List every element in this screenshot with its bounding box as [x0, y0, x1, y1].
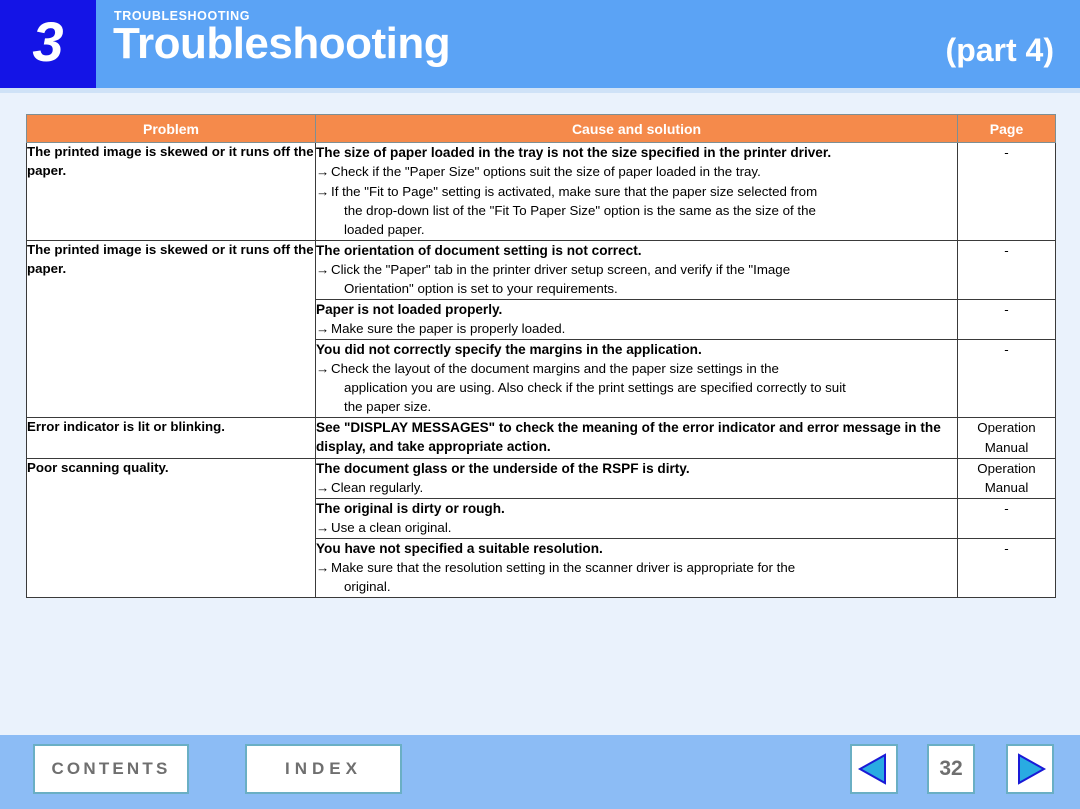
cause-heading: Paper is not loaded properly.: [316, 301, 503, 317]
cause-heading: The document glass or the underside of t…: [316, 460, 690, 476]
chapter-number-badge: 3: [0, 0, 96, 88]
cause-heading: The size of paper loaded in the tray is …: [316, 145, 832, 160]
arrow-icon: →: [316, 321, 330, 337]
cause-and-solution-cell: The orientation of document setting is n…: [315, 239, 958, 300]
solution-step: → Check the layout of the document margin…: [316, 360, 957, 417]
part-label: (part 4): [945, 32, 1054, 68]
cause-and-solution-cell: See "DISPLAY MESSAGES" to check the mean…: [315, 416, 958, 459]
cause-heading: See "DISPLAY MESSAGES" to check the mean…: [316, 419, 941, 455]
next-page-button[interactable]: [1006, 744, 1054, 794]
problem-cell: Poor scanning quality.: [26, 457, 316, 599]
table-header-row: Problem Cause and solution Page: [26, 114, 1056, 143]
table-row: Poor scanning quality. The document glass…: [26, 457, 1056, 599]
page-reference-cell: -: [957, 142, 1056, 241]
page-header: 3 TROUBLESHOOTING Troubleshooting (part …: [0, 0, 1080, 88]
arrow-icon: →: [316, 560, 330, 576]
problem-cell: The printed image is skewed or it runs o…: [26, 142, 316, 241]
cause-heading: You have not specified a suitable resolu…: [316, 541, 603, 557]
solution-step: → Make sure the paper is properly loaded.: [316, 320, 957, 339]
page-number-indicator: 32: [927, 744, 975, 794]
cause-heading: You did not correctly specify the margin…: [316, 342, 702, 358]
index-button[interactable]: INDEX: [245, 744, 402, 794]
solution-step: → Use a clean original.: [316, 519, 957, 538]
page-footer: CONTENTS INDEX 32: [0, 735, 1080, 809]
cause-and-solution-cell: Paper is not loaded properly. → Make sure …: [315, 298, 958, 341]
previous-page-button[interactable]: [850, 744, 898, 794]
page-reference-cell: -: [957, 339, 1056, 418]
troubleshooting-table: Problem Cause and solution Page The prin…: [26, 114, 1056, 599]
solution-step: → Click the "Paper" tab in the printer dr…: [316, 261, 957, 299]
document-page: 3 TROUBLESHOOTING Troubleshooting (part …: [0, 0, 1080, 809]
page-reference-cell: -: [957, 538, 1056, 599]
solution-step-text: Click the "Paper" tab in the printer dri…: [331, 262, 791, 296]
cause-and-solution-cell: The size of paper loaded in the tray is …: [315, 142, 958, 241]
solution-step-text: Check if the "Paper Size" options suit t…: [331, 164, 761, 180]
arrow-icon: →: [316, 184, 330, 200]
solution-step-text: Use a clean original.: [331, 520, 452, 536]
arrow-icon: →: [316, 164, 330, 180]
table-row: The printed image is skewed or it runs o…: [26, 239, 1056, 418]
page-reference-cell: Operation Manual: [957, 416, 1056, 459]
right-triangle-icon: [1018, 753, 1047, 785]
problem-cell: Error indicator is lit or blinking.: [26, 416, 316, 459]
solution-step-text: If the "Fit to Page" setting is activate…: [331, 184, 818, 237]
page-reference-cell: -: [957, 239, 1056, 300]
arrow-icon: →: [316, 520, 330, 536]
column-header-problem: Problem: [26, 114, 316, 143]
solution-step-text: Make sure that the resolution setting in…: [331, 560, 796, 595]
solution-step: → If the "Fit to Page" setting is activat…: [316, 183, 957, 240]
header-underline: [0, 88, 1080, 93]
column-header-cause: Cause and solution: [315, 114, 958, 143]
column-header-page: Page: [957, 114, 1056, 143]
left-triangle-icon: [857, 753, 886, 785]
page-reference-cell: -: [957, 497, 1056, 540]
solution-step-text: Make sure the paper is properly loaded.: [331, 321, 566, 337]
arrow-icon: →: [316, 361, 330, 377]
contents-button[interactable]: CONTENTS: [33, 744, 189, 794]
troubleshooting-table-wrapper: Problem Cause and solution Page The prin…: [26, 114, 1056, 599]
table-row: Error indicator is lit or blinking. See "…: [26, 416, 1056, 459]
solution-step-text: Clean regularly.: [331, 479, 424, 495]
arrow-icon: →: [316, 262, 330, 278]
arrow-icon: →: [316, 479, 330, 495]
solution-step: → Check if the "Paper Size" options suit …: [316, 163, 957, 182]
cause-and-solution-cell: You did not correctly specify the margin…: [315, 339, 958, 418]
page-title: Troubleshooting: [113, 19, 451, 68]
cause-and-solution-cell: The original is dirty or rough. → Use a cl…: [315, 497, 958, 540]
cause-heading: The orientation of document setting is n…: [316, 242, 642, 258]
header-title-group: TROUBLESHOOTING Troubleshooting: [96, 0, 1080, 88]
cause-and-solution-cell: You have not specified a suitable resolu…: [315, 538, 958, 599]
page-reference-cell: -: [957, 298, 1056, 341]
problem-cell: The printed image is skewed or it runs o…: [26, 239, 316, 418]
solution-step: → Clean regularly.: [316, 479, 957, 498]
solution-step: → Make sure that the resolution setting i…: [316, 559, 957, 597]
cause-and-solution-cell: The document glass or the underside of t…: [315, 457, 958, 499]
cause-heading: The original is dirty or rough.: [316, 500, 505, 516]
page-reference-cell: Operation Manual: [957, 457, 1056, 499]
solution-step-text: Check the layout of the document margins…: [331, 361, 846, 415]
table-row: The printed image is skewed or it runs o…: [26, 142, 1056, 241]
table-body: The printed image is skewed or it runs o…: [26, 142, 1056, 599]
